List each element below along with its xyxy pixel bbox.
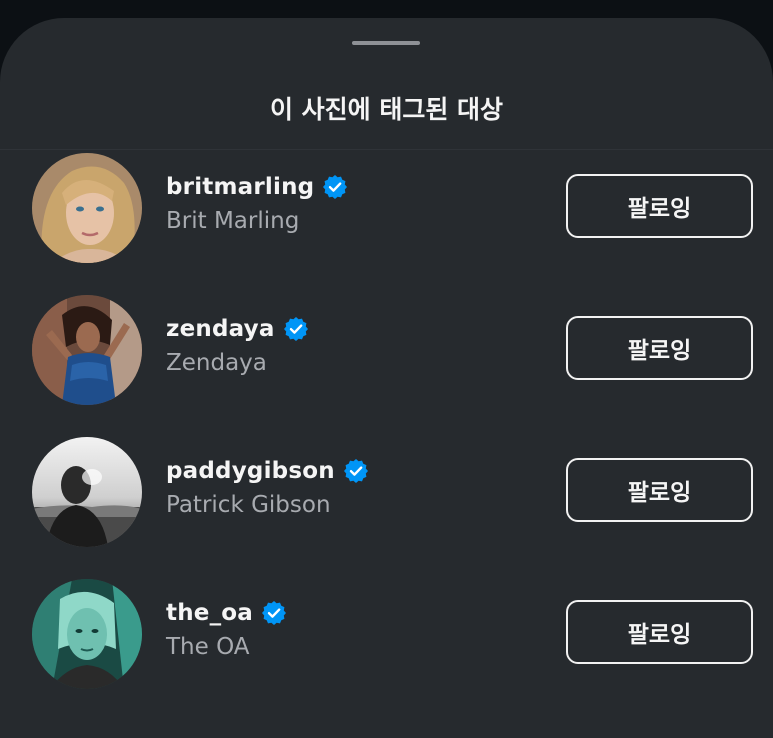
username[interactable]: the_oa bbox=[166, 600, 253, 626]
username-line[interactable]: zendaya bbox=[166, 313, 309, 345]
username[interactable]: paddygibson bbox=[166, 458, 335, 484]
full-name: Patrick Gibson bbox=[166, 492, 331, 518]
full-name: Brit Marling bbox=[166, 208, 300, 234]
avatar[interactable] bbox=[32, 295, 142, 405]
list-item[interactable]: the_oa The OA 팔로잉 bbox=[0, 575, 773, 693]
username-line[interactable]: britmarling bbox=[166, 171, 348, 203]
drag-handle[interactable] bbox=[352, 41, 420, 45]
tagged-people-sheet: 이 사진에 태그된 대상 britmarling Brit Marling 팔로… bbox=[0, 18, 773, 738]
following-button[interactable]: 팔로잉 bbox=[566, 600, 753, 664]
verified-badge-icon bbox=[261, 600, 287, 626]
sheet-title: 이 사진에 태그된 대상 bbox=[269, 95, 504, 124]
full-name: Zendaya bbox=[166, 350, 267, 376]
verified-badge-icon bbox=[322, 174, 348, 200]
avatar[interactable] bbox=[32, 437, 142, 547]
verified-badge-icon bbox=[343, 458, 369, 484]
following-button[interactable]: 팔로잉 bbox=[566, 174, 753, 238]
list-item[interactable]: paddygibson Patrick Gibson 팔로잉 bbox=[0, 433, 773, 551]
avatar[interactable] bbox=[32, 153, 142, 263]
avatar[interactable] bbox=[32, 579, 142, 689]
following-button[interactable]: 팔로잉 bbox=[566, 316, 753, 380]
username[interactable]: zendaya bbox=[166, 316, 275, 342]
username[interactable]: britmarling bbox=[166, 174, 314, 200]
following-button[interactable]: 팔로잉 bbox=[566, 458, 753, 522]
full-name: The OA bbox=[166, 634, 250, 660]
verified-badge-icon bbox=[283, 316, 309, 342]
list-item[interactable]: zendaya Zendaya 팔로잉 bbox=[0, 291, 773, 409]
list-item[interactable]: britmarling Brit Marling 팔로잉 bbox=[0, 149, 773, 267]
username-line[interactable]: paddygibson bbox=[166, 455, 369, 487]
username-line[interactable]: the_oa bbox=[166, 597, 287, 629]
